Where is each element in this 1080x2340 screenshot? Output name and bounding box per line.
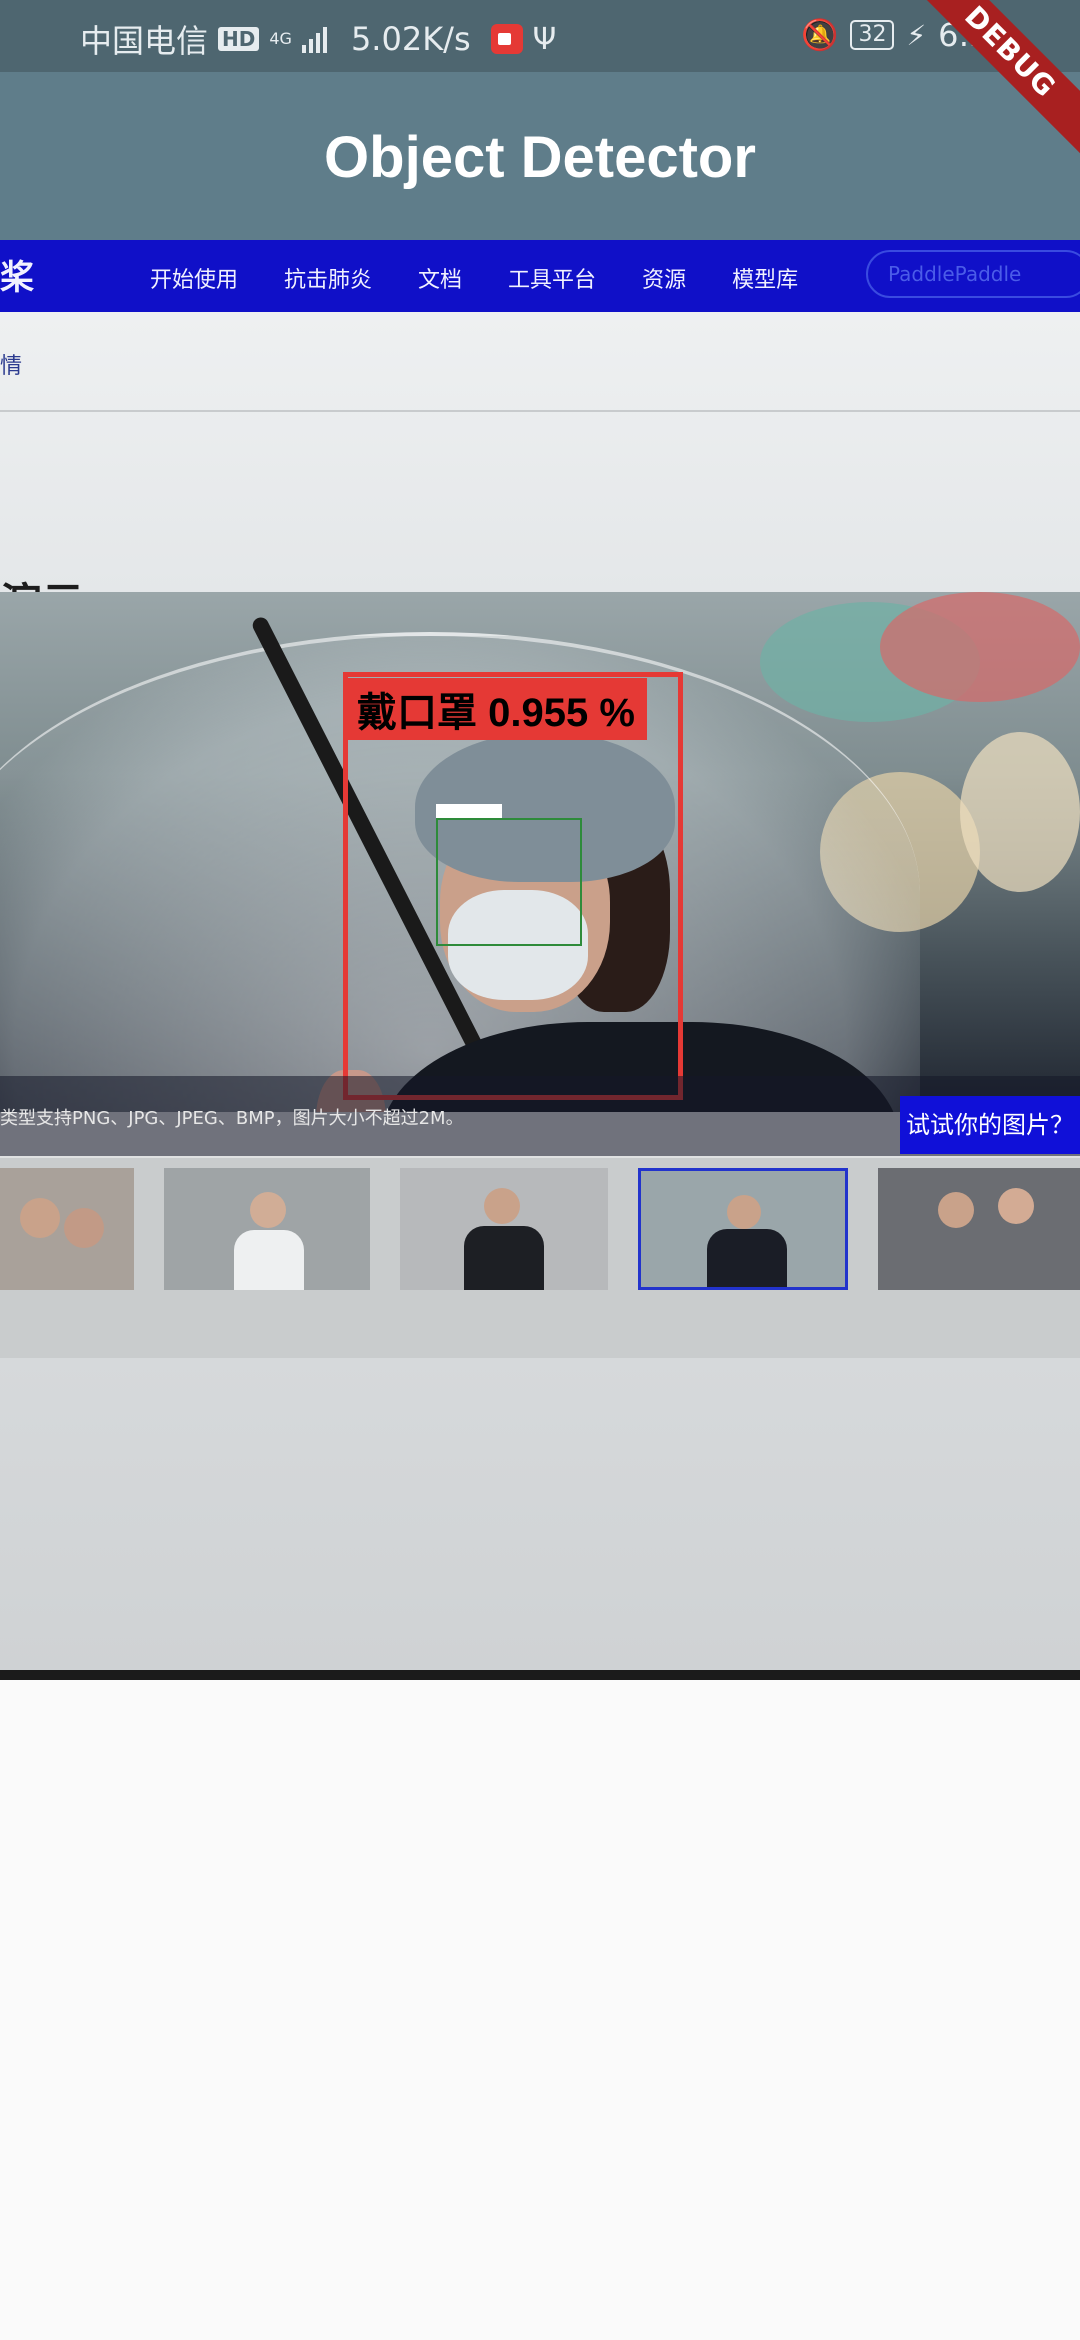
status-left: 中国电信 HD 4G 5.02K/s Ψ — [80, 16, 556, 62]
thumbnail — [0, 1168, 134, 1290]
nav-item: 开始使用 — [150, 268, 239, 293]
site-logo: 桨 — [0, 258, 34, 298]
nav-item: 工具平台 — [508, 268, 597, 293]
captured-site-nav: 桨 开始使用 抗击肺炎 文档 工具平台 资源 模型库 PaddlePaddle — [0, 240, 1080, 312]
nav-item: 抗击肺炎 — [284, 268, 373, 293]
mute-bell-icon: 🔕 — [801, 17, 839, 53]
divider — [0, 410, 1080, 412]
carrier-name: 中国电信 — [80, 22, 209, 60]
battery-icon: 32 — [850, 20, 895, 50]
try-your-image-button: 试试你的图片？ — [900, 1096, 1080, 1154]
site-nav-links: 开始使用 抗击肺炎 文档 工具平台 资源 模型库 — [150, 262, 798, 294]
app-title: Object Detector — [324, 125, 756, 190]
bokeh-light — [880, 592, 1080, 702]
usb-icon: Ψ — [532, 21, 557, 57]
bokeh-light — [960, 732, 1080, 892]
photo-edge — [0, 1670, 1080, 1680]
detection-result-image: 桨 开始使用 抗击肺炎 文档 工具平台 资源 模型库 PaddlePaddle … — [0, 240, 1080, 1680]
record-icon — [490, 24, 523, 54]
thumbnail-selected — [638, 1168, 848, 1290]
hd-badge: HD — [218, 27, 260, 51]
network-type: 4G — [269, 29, 292, 48]
upload-bar: 类型支持PNG、JPG、JPEG、BMP，图片大小不超过2M。 试试你的图片？ — [0, 1076, 1080, 1156]
site-search-box: PaddlePaddle — [866, 250, 1080, 298]
app-bar: Object Detector — [0, 72, 1080, 240]
signal-icon — [301, 25, 327, 53]
network-speed: 5.02K/s — [350, 20, 471, 58]
nav-item: 文档 — [418, 268, 463, 293]
status-bar: 中国电信 HD 4G 5.02K/s Ψ 🔕 32 ⚡ 6:55 — [0, 0, 1080, 72]
site-link-fragment: 情 — [0, 354, 23, 379]
detection-label: 戴口罩 0.955 % — [345, 678, 647, 740]
captured-site-footer — [0, 1358, 1080, 1670]
thumbnail — [164, 1168, 370, 1290]
thumbnail — [878, 1168, 1080, 1290]
nav-item: 资源 — [642, 268, 687, 293]
nav-item: 模型库 — [732, 268, 799, 293]
thumbnail — [400, 1168, 608, 1290]
thumbnail-strip — [0, 1158, 1080, 1358]
charging-icon: ⚡ — [906, 18, 927, 52]
upload-hint: 类型支持PNG、JPG、JPEG、BMP，图片大小不超过2M。 — [0, 1108, 464, 1129]
